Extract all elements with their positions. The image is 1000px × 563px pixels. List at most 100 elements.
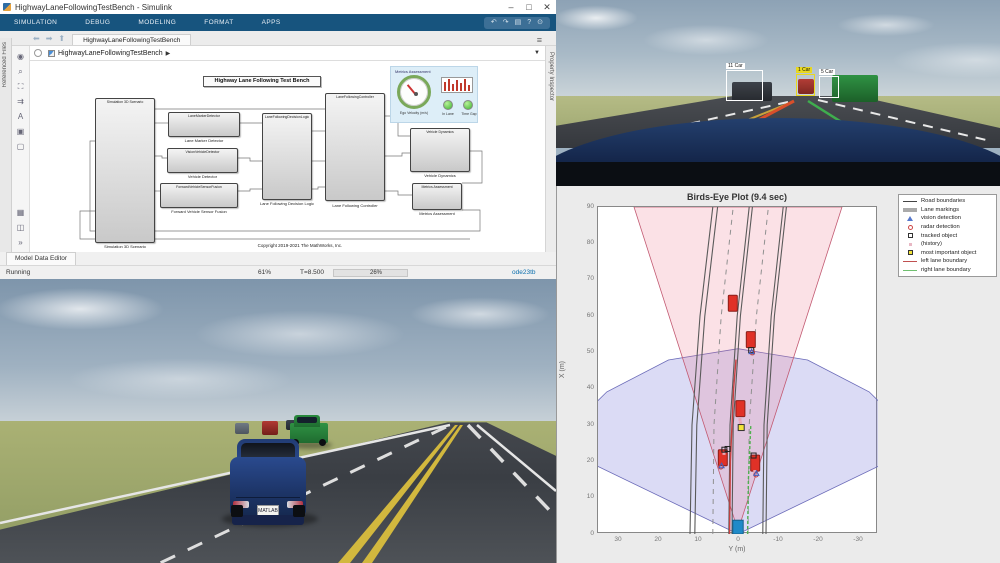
copyright-text: Copyright 2019-2021 The MathWorks, Inc. [257, 243, 343, 248]
distant-gray-car [235, 423, 249, 434]
toolstrip: SIMULATION DEBUG MODELING FORMAT APPS ↶ ↷ ▤? ⊙ [0, 14, 556, 31]
image-icon[interactable]: ▣ [17, 127, 25, 136]
radar-detection-glyph [907, 224, 913, 230]
block-lane-following-decision-logic[interactable]: LaneFollowingDecisionLogic [262, 113, 312, 200]
y-tick: 30 [586, 420, 594, 428]
save-icon[interactable]: ▤ [515, 17, 522, 29]
forward-icon[interactable]: ➡ [46, 34, 53, 43]
simulink-app-icon [3, 3, 11, 11]
diagram-title: Highway Lane Following Test Bench [203, 76, 321, 87]
subsystem-icon[interactable]: ◫ [17, 223, 25, 232]
most-important-object-glyph [907, 250, 913, 256]
history-point [738, 421, 742, 425]
lamp1-label: In Lane [442, 112, 454, 116]
zoom-icon[interactable]: ⌕ [18, 67, 22, 76]
block-caption: Simulation 3D Scenario [104, 244, 146, 249]
detection-label: 5 Car [819, 69, 836, 75]
block-forward-vehicle-sensor-fusion[interactable]: ForwardVehicleSensorFusion [160, 183, 238, 208]
target-icon[interactable] [34, 49, 42, 57]
right-dock: Property Inspector [545, 46, 556, 252]
maximize-button[interactable]: □ [520, 2, 538, 13]
lane-markings-glyph [903, 207, 917, 212]
distant-red-car [262, 421, 278, 435]
ego-dashboard [556, 162, 1000, 186]
dropdown-icon[interactable]: ▼ [534, 50, 540, 56]
block-simulation-3d-scenario[interactable]: Simulation 3D Scenario [95, 98, 155, 243]
y-tick: 60 [586, 311, 594, 319]
close-button[interactable]: ✕ [538, 2, 556, 13]
simulation-3d-view: MATLAB [0, 279, 556, 563]
block-vehicle-detector[interactable]: VisionVehicleDetector [167, 148, 238, 173]
solver-name[interactable]: ode23tb [512, 269, 536, 276]
sim-progress-bar: 26% [333, 269, 408, 277]
birdseye-canvas [557, 206, 919, 535]
plot-area[interactable] [557, 206, 919, 535]
tab-modeling[interactable]: MODELING [124, 14, 190, 31]
block-caption: Forward Vehicle Sensor Fusion [171, 209, 227, 214]
tab-apps[interactable]: APPS [248, 14, 295, 31]
browse-icon[interactable]: ◉ [17, 52, 24, 61]
block-lane-marker-detector[interactable]: LaneMarkerDetector [168, 112, 240, 137]
block-caption: Vehicle Dynamics [424, 173, 456, 178]
document-tab[interactable]: HighwayLaneFollowingTestBench [72, 34, 192, 45]
plot-title: Birds-Eye Plot (9.4 sec) [686, 192, 788, 202]
ego-vehicle-marker [732, 519, 744, 535]
tracked-object-glyph [907, 233, 913, 239]
breadcrumb[interactable]: HighwayLaneFollowingTestBench [58, 50, 163, 57]
detection-label: 11 Car [726, 63, 745, 69]
fit-view-icon[interactable]: ⛶ [18, 82, 24, 91]
tab-debug[interactable]: DEBUG [71, 14, 124, 31]
referenced-files-tab[interactable]: Referenced Files [2, 42, 8, 87]
detection-label: 1 Car [796, 67, 813, 73]
block-caption: Metrics Assessment [419, 211, 455, 216]
breadcrumb-bar: HighwayLaneFollowingTestBench ▶ ▼ [0, 46, 556, 61]
sim-time: T=8.500 [300, 269, 325, 276]
wheel [231, 505, 243, 517]
minimize-button[interactable]: – [502, 2, 520, 13]
annotation-icon[interactable]: A [18, 112, 23, 121]
expand-icon[interactable]: » [18, 238, 22, 247]
help-icon[interactable]: ? [527, 17, 531, 29]
area-icon[interactable]: ▢ [17, 142, 25, 151]
block-caption: Lane Marker Detector [184, 138, 224, 143]
x-tick: 0 [736, 536, 740, 543]
property-inspector-tab[interactable]: Property Inspector [548, 52, 554, 101]
x-tick: -20 [813, 536, 823, 543]
tab-simulation[interactable]: SIMULATION [0, 14, 71, 31]
block-vehicle-dynamics[interactable]: Vehicle Dynamics [410, 128, 470, 172]
redo-icon[interactable]: ↷ [503, 17, 509, 29]
search-icon[interactable]: ⊙ [537, 17, 543, 29]
progress-percent: 26% [370, 270, 383, 276]
target-vehicle [735, 400, 746, 418]
road-boundaries-glyph [903, 200, 917, 202]
quick-access-toolbar: ↶ ↷ ▤? ⊙ [483, 16, 550, 29]
signal-route-icon[interactable]: ⇉ [17, 97, 24, 106]
camera-view: 11 Car 1 Car 5 Car [556, 0, 1000, 186]
undo-icon[interactable]: ↶ [491, 17, 497, 29]
tab-format[interactable]: FORMAT [190, 14, 247, 31]
block-caption: Lane Following Controller [332, 203, 378, 208]
y-tick: 70 [586, 275, 594, 283]
block-metrics-assessment[interactable]: Metrics Assessment [412, 183, 462, 210]
block-lane-following-controller[interactable]: LaneFollowingController [325, 93, 385, 201]
model-data-editor-tab[interactable]: Model Data Editor [6, 252, 77, 265]
y-axis-label: X (m) [559, 361, 566, 379]
target-vehicle [727, 294, 738, 312]
history-point [738, 418, 742, 422]
up-icon[interactable]: ⬆ [58, 34, 65, 43]
x-tick: 10 [694, 536, 702, 543]
history-glyph [908, 242, 912, 246]
menu-icon[interactable]: ≡ [537, 35, 542, 45]
y-tick: 10 [586, 493, 594, 501]
detection-bbox: 5 Car [819, 69, 839, 98]
left-dock: Referenced Files [0, 38, 12, 252]
viewmarks-icon[interactable]: ▦ [17, 208, 25, 217]
y-tick: 20 [586, 456, 594, 464]
time-gap-lamp [463, 100, 473, 110]
breadcrumb-caret-icon: ▶ [165, 50, 171, 57]
detection-bbox: 11 Car [726, 63, 763, 101]
model-canvas[interactable]: Highway Lane Following Test Bench Simula… [30, 61, 545, 252]
metrics-chart [441, 77, 473, 93]
back-icon[interactable]: ⬅ [33, 34, 40, 43]
ego-car: MATLAB [230, 439, 306, 525]
